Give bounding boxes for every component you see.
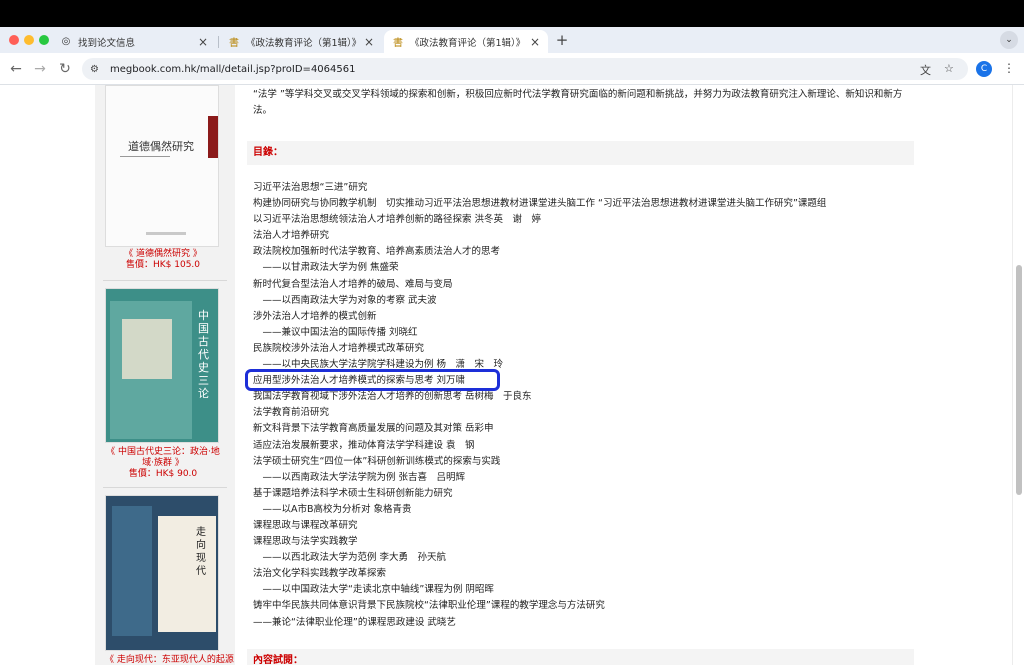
- toc-item: 新时代复合型法治人才培养的破局、难局与变局: [253, 278, 453, 290]
- table-of-contents: 习近平法治思想“三进”研究构建协同研究与协同教学机制 切实推动习近平法治思想进教…: [253, 180, 909, 631]
- toc-item: 构建协同研究与协同教学机制 切实推动习近平法治思想进教材进课堂进头脑工作 “习近…: [253, 198, 827, 210]
- minimize-window-button[interactable]: [24, 35, 34, 45]
- toc-item: ——以西南政法大学为对象的考察 武夫波: [253, 294, 437, 306]
- book-price: 售價：HK$ 105.0: [125, 260, 201, 270]
- scrollbar-thumb[interactable]: [1016, 265, 1022, 495]
- sidebar-divider: [103, 487, 227, 488]
- tab-book-detail-1[interactable]: 書 《政法教育评论（第1辑）》 - ​ ×: [220, 30, 382, 53]
- toc-item: ——以西南政法大学法学院为例 张吉喜 吕明辉: [253, 471, 466, 483]
- tab-search-chevron-icon[interactable]: ⌄: [1000, 31, 1018, 49]
- tab-book-detail-2[interactable]: 書 《政法教育评论（第1辑）》 - ​ ×: [384, 30, 548, 53]
- site-settings-icon[interactable]: ⚙: [90, 64, 104, 75]
- book-title-link[interactable]: 《 走向现代：东亚现代人的起源: [105, 655, 234, 665]
- toc-item: 新文科背景下法学教育高质量发展的问题及其对策 岳彩申: [253, 423, 494, 435]
- cover-title: 走向现代: [196, 527, 206, 577]
- toc-item: 民族院校涉外法治人才培养模式改革研究: [253, 342, 425, 354]
- tab-find-paper[interactable]: ◎ 找到论文信息 ×: [52, 30, 216, 53]
- toc-item: ——以西北政法大学为范例 李大勇 孙天航: [253, 552, 447, 564]
- tab-separator: [218, 36, 219, 48]
- toc-item: 政法院校加强新时代法学教育、培养高素质法治人才的思考: [253, 246, 501, 258]
- zoom-window-button[interactable]: [39, 35, 49, 45]
- page-scrollbar[interactable]: [1012, 85, 1024, 665]
- toc-item: 课程思政与法学实践教学: [253, 536, 358, 548]
- highlight-annotation: [245, 369, 500, 391]
- book-title-link[interactable]: 《 道德偶然研究 》: [105, 249, 221, 260]
- toc-item: 我国法学教育视域下涉外法治人才培养的创新思考 岳树梅 于良东: [253, 391, 532, 403]
- cover-accent-bar: [208, 116, 218, 158]
- profile-avatar[interactable]: C: [976, 61, 992, 77]
- book-intro-text: “法学 ”等学科交叉或交叉学科领域的探索和创新，积极回应新时代法学教育研究面临的…: [253, 89, 903, 116]
- toc-item: 课程思政与课程改革研究: [253, 519, 358, 531]
- book-site-icon: 書: [393, 38, 403, 49]
- book-cover-1[interactable]: 道德偶然研究: [105, 85, 219, 247]
- book-cover-2[interactable]: 中国古代史三论: [105, 288, 219, 443]
- cover-publisher-mark: [146, 232, 186, 235]
- close-window-button[interactable]: [9, 35, 19, 45]
- toc-heading: 目錄：: [247, 141, 914, 165]
- cover-title: 中国古代史三论: [198, 309, 209, 400]
- toc-item: ——兼论“法律职业伦理”的课程思政建设 武晓艺: [253, 616, 456, 628]
- toc-item: 涉外法治人才培养的模式创新: [253, 310, 377, 322]
- book-price: 售價：HK$ 90.0: [128, 469, 198, 479]
- toc-item: 法学硕士研究生“四位一体”科研创新训练模式的探索与实践: [253, 455, 501, 467]
- toc-item: 习近平法治思想“三进”研究: [253, 182, 368, 193]
- reload-icon[interactable]: ↻: [57, 61, 73, 77]
- toc-item: 基于课题培养法科学术硕士生科研创新能力研究: [253, 487, 453, 499]
- related-books-sidebar: 道德偶然研究 《 道德偶然研究 》 售價：HK$ 105.0 中国古代史三论 《…: [95, 85, 235, 665]
- address-bar[interactable]: ⚙ megbook.com.hk/mall/detail.jsp?proID=4…: [82, 58, 968, 80]
- cover-title: 道德偶然研究: [128, 140, 194, 153]
- related-book-1[interactable]: 道德偶然研究 《 道德偶然研究 》 售價：HK$ 105.0: [105, 85, 221, 271]
- url-text: megbook.com.hk/mall/detail.jsp?proID=406…: [110, 63, 356, 75]
- cover-painting: [122, 319, 172, 379]
- toolbar: ← → ↻ ⚙ megbook.com.hk/mall/detail.jsp?p…: [0, 53, 1024, 85]
- close-tab-icon[interactable]: ×: [362, 35, 376, 49]
- toc-item: 适应法治发展新要求，推动体育法学学科建设 袁 钢: [253, 439, 475, 451]
- book-title-link[interactable]: 《 中国古代史三论：政治·地域·族群 》: [105, 447, 221, 469]
- toc-item: ——以甘肃政法大学为例 焦盛荣: [253, 262, 399, 274]
- close-tab-icon[interactable]: ×: [528, 35, 542, 49]
- forward-arrow-icon[interactable]: →: [32, 61, 48, 77]
- toc-item: ——兼议中国法治的国际传播 刘晓红: [253, 326, 418, 338]
- cover-pattern: [112, 506, 152, 636]
- toc-item: ——以中国政法大学“走读北京中轴线”课程为例 阴昭晖: [253, 584, 494, 596]
- back-arrow-icon[interactable]: ←: [8, 61, 24, 77]
- toc-item: 法治文化学科实践教学改革探索: [253, 568, 387, 580]
- translate-icon[interactable]: 文: [920, 62, 931, 78]
- sidebar-divider: [103, 280, 227, 281]
- cover-rule: [120, 156, 170, 157]
- close-tab-icon[interactable]: ×: [196, 35, 210, 49]
- web-page: 道德偶然研究 《 道德偶然研究 》 售價：HK$ 105.0 中国古代史三论 《…: [0, 85, 1024, 665]
- screen-top-bar: [0, 0, 1024, 27]
- tab-strip: ◎ 找到论文信息 × 書 《政法教育评论（第1辑）》 - ​ × 書 《政法教育…: [0, 27, 1024, 53]
- globe-icon: ◎: [61, 36, 71, 47]
- bookmark-star-icon[interactable]: ☆: [944, 62, 954, 75]
- book-site-icon: 書: [229, 38, 239, 49]
- toc-item: 以习近平法治思想统领法治人才培养创新的路径探索 洪冬英 谢 婷: [253, 214, 542, 226]
- preview-heading: 內容試閱：: [247, 649, 914, 665]
- toc-item: 铸牢中华民族共同体意识背景下民族院校“法律职业伦理”课程的教学理念与方法研究: [253, 600, 605, 612]
- toc-item: 法学教育前沿研究: [253, 407, 330, 419]
- toc-item: ——以A市B高校为分析对 象格青贵: [253, 503, 412, 515]
- related-book-3[interactable]: 走向现代 《 走向现代：东亚现代人的起源: [105, 495, 234, 665]
- toc-item: 法治人才培养研究: [253, 230, 330, 242]
- book-cover-3[interactable]: 走向现代: [105, 495, 219, 651]
- menu-kebab-icon[interactable]: ⋮: [1003, 61, 1015, 75]
- new-tab-button[interactable]: +: [553, 31, 571, 49]
- related-book-2[interactable]: 中国古代史三论 《 中国古代史三论：政治·地域·族群 》 售價：HK$ 90.0: [105, 288, 221, 480]
